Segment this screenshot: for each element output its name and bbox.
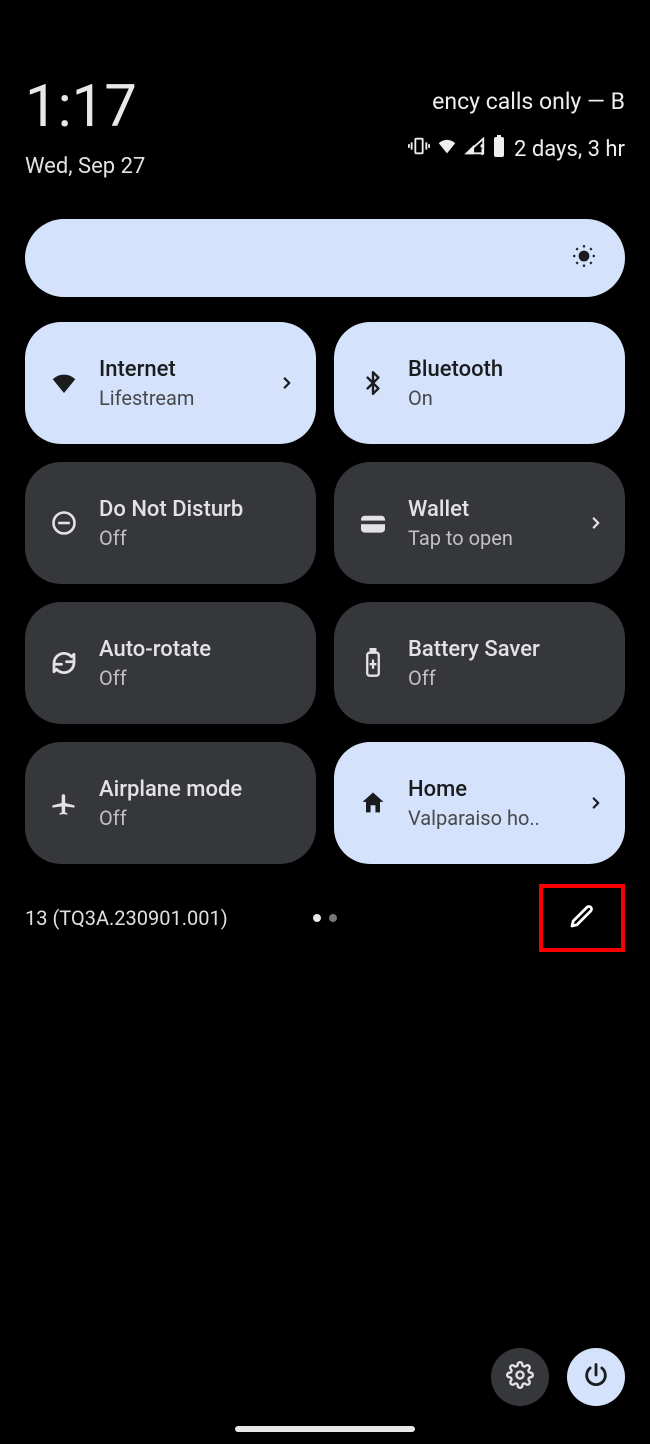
bluetooth-icon [356, 368, 390, 398]
tile-text: Wallet Tap to open [408, 497, 567, 550]
tile-text: Bluetooth On [408, 357, 607, 410]
wifi-icon [436, 135, 458, 163]
gear-icon [506, 1361, 534, 1393]
dnd-icon [47, 509, 81, 537]
tile-bluetooth[interactable]: Bluetooth On [334, 322, 625, 444]
power-icon [582, 1361, 610, 1393]
tile-text: Auto-rotate Off [99, 637, 298, 690]
battery-text: 2 days, 3 hr [514, 137, 625, 162]
vibrate-icon [408, 135, 430, 163]
tile-title: Do Not Disturb [99, 497, 298, 522]
settings-button[interactable] [491, 1348, 549, 1406]
wallet-icon [356, 511, 390, 535]
chevron-right-icon [585, 514, 607, 532]
quick-settings-grid: Internet Lifestream Bluetooth On Do Not Dist… [25, 322, 625, 864]
tile-subtitle: Valparaiso ho.. [408, 806, 567, 830]
tile-airplane-mode[interactable]: Airplane mode Off [25, 742, 316, 864]
chevron-right-icon [585, 794, 607, 812]
status-header: 1:17 Wed, Sep 27 ency calls only — B 2 d… [0, 0, 650, 189]
tile-subtitle: Lifestream [99, 386, 258, 410]
nav-pill[interactable] [235, 1426, 415, 1432]
brightness-slider[interactable] [25, 219, 625, 297]
tile-title: Internet [99, 357, 258, 382]
carrier-text: ency calls only — B [432, 88, 625, 115]
tile-internet[interactable]: Internet Lifestream [25, 322, 316, 444]
power-button[interactable] [567, 1348, 625, 1406]
page-dot[interactable] [329, 914, 337, 922]
battery-icon [492, 135, 506, 163]
page-dot[interactable] [313, 914, 321, 922]
tile-auto-rotate[interactable]: Auto-rotate Off [25, 602, 316, 724]
header-right: ency calls only — B 2 days, 3 hr [408, 78, 625, 163]
status-row: 2 days, 3 hr [408, 135, 625, 163]
tile-subtitle: Off [99, 806, 298, 830]
airplane-icon [47, 789, 81, 817]
signal-icon [464, 135, 486, 163]
wifi-icon [47, 368, 81, 398]
tile-title: Bluetooth [408, 357, 607, 382]
tile-wallet[interactable]: Wallet Tap to open [334, 462, 625, 584]
tile-text: Do Not Disturb Off [99, 497, 298, 550]
date: Wed, Sep 27 [25, 154, 145, 179]
tile-subtitle: Off [99, 526, 298, 550]
tile-title: Wallet [408, 497, 567, 522]
tile-title: Battery Saver [408, 637, 607, 662]
home-icon [356, 789, 390, 817]
qs-footer-row: 13 (TQ3A.230901.001) [25, 888, 625, 948]
header-left: 1:17 Wed, Sep 27 [25, 78, 145, 179]
status-icons [408, 135, 506, 163]
brightness-icon [571, 243, 597, 273]
tile-title: Auto-rotate [99, 637, 298, 662]
tile-subtitle: Tap to open [408, 526, 567, 550]
tile-home[interactable]: Home Valparaiso ho.. [334, 742, 625, 864]
tile-subtitle: On [408, 386, 607, 410]
build-number: 13 (TQ3A.230901.001) [25, 906, 228, 930]
tile-subtitle: Off [99, 666, 298, 690]
tile-text: Airplane mode Off [99, 777, 298, 830]
clock: 1:17 [25, 78, 145, 136]
footer-buttons [491, 1348, 625, 1406]
tile-subtitle: Off [408, 666, 607, 690]
edit-tiles-highlight [539, 884, 625, 952]
tile-title: Home [408, 777, 567, 802]
tile-text: Battery Saver Off [408, 637, 607, 690]
tile-do-not-disturb[interactable]: Do Not Disturb Off [25, 462, 316, 584]
rotate-icon [47, 648, 81, 678]
tile-title: Airplane mode [99, 777, 298, 802]
battery-icon [356, 648, 390, 678]
tile-text: Home Valparaiso ho.. [408, 777, 567, 830]
edit-tiles-button[interactable] [567, 901, 597, 935]
tile-battery-saver[interactable]: Battery Saver Off [334, 602, 625, 724]
chevron-right-icon [276, 374, 298, 392]
tile-text: Internet Lifestream [99, 357, 258, 410]
page-indicator[interactable] [313, 914, 337, 922]
